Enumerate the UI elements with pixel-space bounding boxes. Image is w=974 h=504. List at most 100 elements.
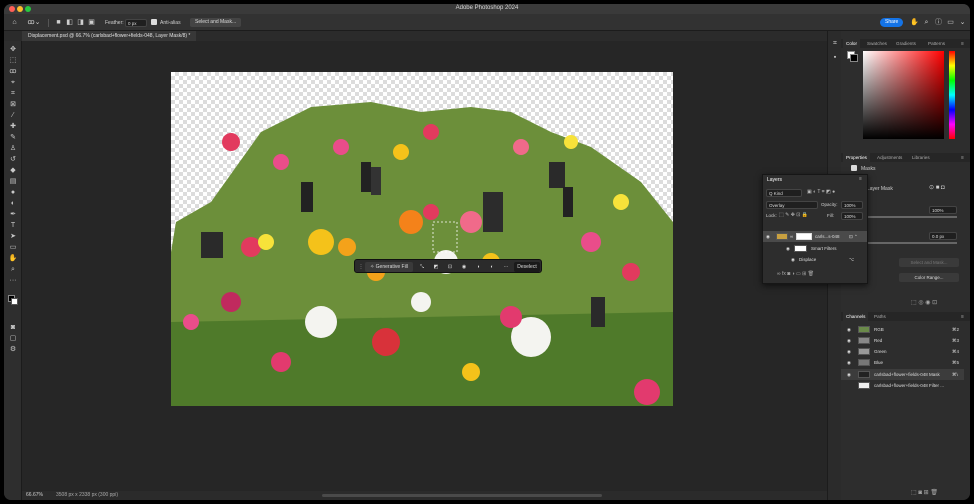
- workspace-icon[interactable]: ▭: [946, 18, 955, 27]
- tab-adjustments[interactable]: Adjustments: [874, 153, 905, 162]
- visibility-eye-icon[interactable]: ◉: [847, 324, 851, 335]
- visibility-eye-icon[interactable]: ◉: [847, 369, 851, 380]
- eraser-tool-icon[interactable]: ◆: [8, 166, 18, 176]
- tab-swatches[interactable]: Swatches: [864, 39, 890, 48]
- intersect-selection-icon[interactable]: ▣: [87, 18, 96, 27]
- panel-menu-icon[interactable]: ≡: [961, 41, 964, 47]
- brush-tool-icon[interactable]: ✎: [8, 133, 18, 143]
- deselect-button[interactable]: Deselect: [514, 262, 540, 272]
- tab-patterns[interactable]: Patterns: [925, 39, 948, 48]
- panel-menu-icon[interactable]: ≡: [961, 314, 964, 320]
- screen-mode-icon[interactable]: ▢: [8, 334, 18, 344]
- share-button[interactable]: Share: [880, 18, 904, 27]
- healing-brush-tool-icon[interactable]: ✚: [8, 122, 18, 132]
- extra-tools-icon[interactable]: ⚙: [8, 345, 18, 355]
- history-icon[interactable]: ⌗: [830, 39, 840, 49]
- pen-tool-icon[interactable]: ✒: [8, 210, 18, 220]
- document-tab[interactable]: Displacement.psd @ 66.7% (carlsbad+flowe…: [22, 31, 197, 41]
- anti-alias-checkbox[interactable]: [151, 19, 157, 25]
- tab-color[interactable]: Color: [843, 39, 860, 48]
- marquee-tool-icon[interactable]: ⬚: [8, 56, 18, 66]
- zoom-level[interactable]: 66.67%: [26, 491, 43, 500]
- select-mask-icon[interactable]: ◩: [431, 262, 441, 272]
- pixel-mask-icon[interactable]: [851, 165, 857, 171]
- fill-selection-icon[interactable]: ◑: [473, 262, 483, 272]
- panel-menu-icon[interactable]: ≡: [859, 176, 862, 182]
- channel-row[interactable]: ◉ Blue ⌘5: [841, 357, 964, 368]
- tab-channels[interactable]: Channels: [843, 312, 869, 321]
- channel-row[interactable]: carlsbad+flower+fields-048 Filter ...: [841, 380, 964, 391]
- foreground-color-swatch[interactable]: [11, 298, 18, 305]
- add-selection-icon[interactable]: ◧: [65, 18, 74, 27]
- object-selection-tool-icon[interactable]: ⌖: [8, 78, 18, 88]
- tab-paths[interactable]: Paths: [871, 312, 889, 321]
- crop-tool-icon[interactable]: ⌗: [8, 89, 18, 99]
- density-input[interactable]: 100%: [929, 206, 957, 214]
- opacity-input[interactable]: 100%: [841, 201, 863, 209]
- generative-fill-button[interactable]: ✧ Generative Fill: [365, 262, 413, 272]
- channel-row[interactable]: ◉ RGB ⌘2: [841, 324, 964, 335]
- visibility-eye-icon[interactable]: ◉: [766, 231, 770, 242]
- more-tools-icon[interactable]: ···: [8, 276, 18, 286]
- more-options-icon[interactable]: ···: [501, 262, 511, 272]
- path-selection-tool-icon[interactable]: ➤: [8, 232, 18, 242]
- canvas-area[interactable]: ⋮ ✧ Generative Fill ⤡ ◩ ⊡ ◉ ◑ ◐ ··· Dese…: [22, 41, 827, 491]
- channel-row[interactable]: ◉ Green ⌘4: [841, 346, 964, 357]
- feather-input[interactable]: 0 px: [125, 19, 147, 27]
- lock-icons[interactable]: ⬚ ✎ ✥ ⊡ 🔒: [779, 212, 808, 218]
- type-tool-icon[interactable]: T: [8, 221, 18, 231]
- hand-tool-icon[interactable]: ✋: [8, 254, 18, 264]
- panel-menu-icon[interactable]: ≡: [961, 155, 964, 161]
- lasso-tool-preset-icon[interactable]: ꝏ⌄: [26, 18, 42, 27]
- layer-row-selected[interactable]: ◉ ∞ carls...s-048 ⊡ ⌃: [763, 231, 867, 242]
- layer-actions-icons[interactable]: ∞ fx ◙ ◑ ▭ ⊞ 🗑: [777, 271, 814, 277]
- eyedropper-tool-icon[interactable]: ⁄: [8, 111, 18, 121]
- tab-libraries[interactable]: Libraries: [909, 153, 933, 162]
- channel-row-selected[interactable]: ◉ carlsbad+flower+fields-048 Mask ⌘\: [841, 369, 964, 380]
- color-picker-field[interactable]: [863, 51, 944, 139]
- blur-tool-icon[interactable]: ●: [8, 188, 18, 198]
- select-and-mask-button[interactable]: Select and Mask...: [190, 18, 242, 27]
- channel-row[interactable]: ◉ Red ⌘3: [841, 335, 964, 346]
- layer-filter-icons[interactable]: ▣ ◐ T ⌗ ◩ ●: [807, 189, 835, 195]
- mask-actions-icons[interactable]: ⬚ ◎ ◉ ⊡: [911, 299, 937, 306]
- filter-options-icon[interactable]: ⌥: [849, 254, 854, 265]
- frame-tool-icon[interactable]: ⊠: [8, 100, 18, 110]
- visibility-eye-icon[interactable]: ◉: [847, 335, 851, 346]
- visibility-eye-icon[interactable]: ◉: [847, 346, 851, 357]
- select-and-mask-button[interactable]: Select and Mask...: [899, 258, 959, 267]
- modify-selection-icon[interactable]: ⤡: [417, 262, 427, 272]
- document-dimensions[interactable]: 3508 px x 2338 px (300 ppi): [56, 491, 118, 500]
- filter-mask-thumbnail[interactable]: [794, 245, 807, 252]
- clone-stamp-tool-icon[interactable]: ♙: [8, 144, 18, 154]
- visibility-eye-icon[interactable]: ◉: [847, 357, 851, 368]
- layer-kind-filter[interactable]: Q Kind: [766, 189, 802, 197]
- document-canvas[interactable]: [171, 72, 673, 406]
- hand-icon[interactable]: ✋: [910, 18, 919, 27]
- tab-properties[interactable]: Properties: [843, 153, 870, 162]
- move-tool-icon[interactable]: ✥: [8, 45, 18, 55]
- smart-filters-row[interactable]: ◉ Smart Filters: [763, 243, 867, 254]
- help-icon[interactable]: ⓘ: [934, 18, 943, 27]
- tab-gradients[interactable]: Gradients: [893, 39, 919, 48]
- gradient-tool-icon[interactable]: ▤: [8, 177, 18, 187]
- subtract-selection-icon[interactable]: ◨: [76, 18, 85, 27]
- density-slider[interactable]: [867, 216, 957, 218]
- comments-icon[interactable]: ▪: [830, 53, 840, 63]
- visibility-eye-icon[interactable]: ◉: [786, 243, 790, 254]
- horizontal-scrollbar[interactable]: [322, 494, 602, 497]
- blend-mode-select[interactable]: Overlay: [766, 201, 818, 209]
- drag-handle-icon[interactable]: ⋮: [358, 262, 364, 272]
- layer-mask-thumbnail[interactable]: [796, 233, 812, 240]
- adjustment-icon[interactable]: ◐: [487, 262, 497, 272]
- feather-input[interactable]: 0.0 px: [929, 232, 957, 240]
- home-icon[interactable]: ⌂: [10, 18, 19, 27]
- history-brush-tool-icon[interactable]: ↺: [8, 155, 18, 165]
- quick-mask-icon[interactable]: ◙: [8, 323, 18, 333]
- rectangle-tool-icon[interactable]: ▭: [8, 243, 18, 253]
- channel-actions-icons[interactable]: ⬚ ◙ ⊞ 🗑: [911, 489, 938, 496]
- displace-filter-row[interactable]: ◉ Displace ⌥: [763, 254, 867, 265]
- chevron-down-icon[interactable]: ⌄: [958, 18, 967, 27]
- fill-input[interactable]: 100%: [841, 212, 863, 220]
- hue-slider[interactable]: [949, 51, 955, 139]
